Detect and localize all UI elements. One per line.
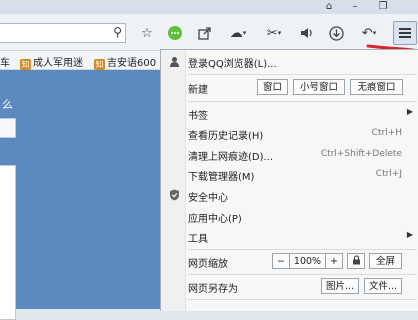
main-menu: 登录QQ浏览器(L)... 新建 窗口 小号窗口 无痕窗口 书签 ▶ 查看历史记… [160,49,418,311]
address-bar[interactable]: ⚲ [0,23,126,43]
new-small-window-button[interactable]: 小号窗口 [293,79,345,95]
menu-separator [187,299,417,300]
restore-icon[interactable]: ❐ [372,0,394,14]
share-icon[interactable] [194,23,216,43]
new-incognito-window-button[interactable]: 无痕窗口 [350,79,403,95]
bookmark-item[interactable]: 知成人军用迷 [20,54,83,70]
bookmark-item[interactable]: 车 [0,54,10,69]
menu-item-security[interactable]: 安全中心 [161,184,418,206]
toolbar: ⚲ ☆ ☁ ▾ ✂ ▾ ↶ ▾ [0,14,418,51]
bookmark-item[interactable]: 知吉安语600 [94,54,156,70]
zoom-lock-button[interactable] [347,253,365,269]
menu-item-downloads[interactable]: 下载管理器(M) Ctrl+J [161,163,418,185]
pin-icon[interactable]: ⌂ [318,0,340,14]
speaker-icon[interactable] [296,23,318,43]
menu-item-zoom: 网页缩放 − 100% + 全屏 [161,250,418,272]
lock-icon [352,255,360,265]
menu-item-save-page: 网页另存为 图片... 文件... [161,275,418,297]
page-text: 么 [2,98,13,111]
menu-item-history[interactable]: 查看历史记录(H) Ctrl+H [161,122,418,144]
menu-item-clear-traces[interactable]: 清理上网痕迹(D)... Ctrl+Shift+Delete [161,143,418,165]
bookmark-icon: 知 [94,59,105,70]
save-picture-button[interactable]: 图片... [321,278,359,294]
search-icon[interactable]: ⚲ [113,25,122,39]
minimize-icon[interactable]: – [344,0,366,14]
save-file-button[interactable]: 文件... [364,278,402,294]
new-window-button[interactable]: 窗口 [257,79,288,95]
fullscreen-button[interactable]: 全屏 [369,253,402,269]
page-panel [0,165,16,320]
menu-separator [187,74,417,75]
bookmark-icon: 知 [20,59,31,70]
cloud-icon[interactable]: ☁ ▾ [224,23,252,43]
menu-item-login[interactable]: 登录QQ浏览器(L)... [161,50,418,72]
title-bar: ⌂ – ❐ [0,0,418,14]
submenu-arrow-icon: ▶ [406,230,413,239]
zoom-level: 100% [290,253,325,269]
menu-item-bookmarks[interactable]: 书签 ▶ [161,102,418,124]
submenu-arrow-icon: ▶ [406,107,413,116]
menu-item-app-center[interactable]: 应用中心(P) [161,205,418,227]
star-icon[interactable]: ☆ [136,23,158,43]
scissors-icon[interactable]: ✂ ▾ [260,23,288,43]
zoom-in-button[interactable]: + [325,253,343,269]
user-icon [168,55,180,67]
page-content: 么 [0,70,160,320]
chat-bubble-icon[interactable] [164,23,186,43]
menu-item-new: 新建 窗口 小号窗口 无痕窗口 [161,76,418,98]
download-icon[interactable] [325,23,347,43]
menu-item-tools[interactable]: 工具 ▶ [161,225,418,247]
zoom-out-button[interactable]: − [272,253,290,269]
shield-icon [168,189,180,201]
page-input[interactable] [0,118,16,138]
